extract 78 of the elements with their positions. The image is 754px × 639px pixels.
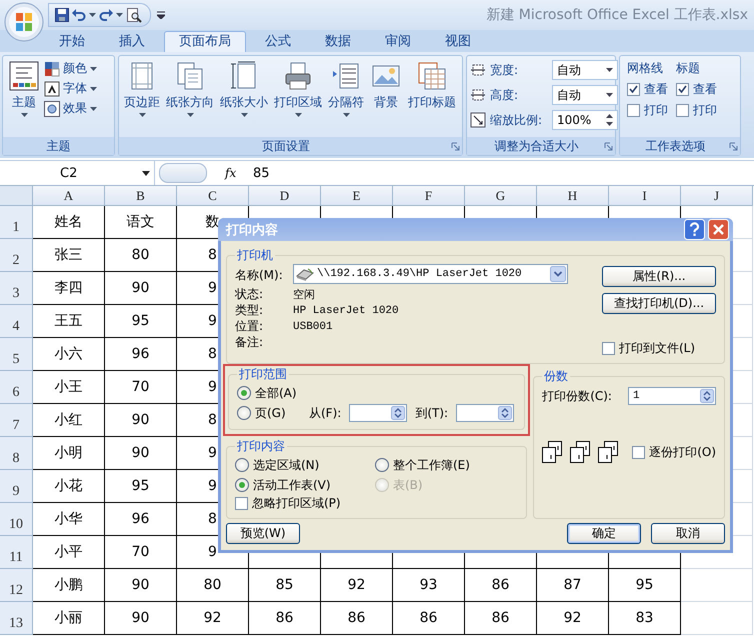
cell-text: 小红: [54, 411, 82, 429]
cell-text: 90: [132, 412, 150, 428]
scale-label: 缩放比例:: [490, 112, 544, 128]
group-label: 工作表选项: [644, 138, 706, 154]
cell-text: 王五: [54, 312, 82, 330]
cell-text: 92: [348, 577, 366, 593]
group-label: 调整为合适大小: [494, 138, 580, 154]
dialog-title: 打印内容: [226, 222, 279, 238]
field-label: 到(T):: [415, 404, 448, 422]
group-title: 份数: [543, 368, 570, 385]
group-label: 主题: [46, 138, 72, 154]
cell-text: 小平: [54, 543, 82, 561]
cell-text: 90: [132, 280, 150, 296]
cell-text: 9: [208, 544, 217, 560]
field-label: 打印份数(C):: [542, 388, 612, 404]
cell-text: 86: [348, 610, 366, 626]
cell-text: 86: [276, 610, 294, 626]
group-title: 打印内容: [236, 438, 286, 455]
cell-text: 小丽: [54, 609, 82, 627]
cell-text: 数: [206, 213, 220, 231]
group-title: 打印范围: [238, 366, 288, 383]
cell-text: 9: [208, 280, 217, 296]
cell-text: 85: [276, 577, 294, 593]
cell-text: 小花: [54, 477, 82, 495]
info-label: 备注:: [235, 334, 264, 351]
field-label: 名称(M):: [235, 266, 284, 284]
window-title: 新建 Microsoft Office Excel 工作表.xlsx: [486, 6, 749, 24]
cell-text: 95: [132, 313, 150, 329]
info-value: USB001: [293, 320, 333, 332]
option-heading: 标题: [676, 60, 701, 77]
cell-text: 83: [636, 610, 654, 626]
cell-text: 9: [208, 478, 217, 494]
info-label: 状态:: [235, 286, 264, 303]
scale-label: 高度:: [490, 86, 520, 104]
cell-text: 80: [204, 577, 222, 593]
cell-text: 8: [208, 247, 217, 263]
cell-text: 86: [420, 610, 438, 626]
cell-text: 8: [208, 511, 217, 527]
cell-text: 96: [132, 346, 150, 362]
cell-text: 86: [492, 577, 510, 593]
cell-text: 70: [132, 379, 150, 395]
cell-text: 8: [208, 346, 217, 362]
cell-text: 80: [132, 247, 150, 263]
cell-text: 姓名: [54, 213, 82, 231]
cell-text: 小王: [54, 378, 82, 396]
cell-text: 90: [132, 445, 150, 461]
info-value: HP LaserJet 1020: [293, 304, 399, 316]
cell-text: 90: [132, 610, 150, 626]
group-title: 打印机: [236, 247, 274, 264]
info-label: 位置:: [235, 318, 264, 335]
field-label: 从(F):: [309, 404, 342, 422]
cell-text: 95: [132, 478, 150, 494]
option-heading: 网格线: [627, 60, 664, 77]
cell-text: 李四: [54, 279, 82, 297]
cell-text: 95: [636, 577, 654, 593]
cell-text: 9: [208, 313, 217, 329]
cell-text: 9: [208, 445, 217, 461]
cell-text: 90: [132, 577, 150, 593]
cell-text: 70: [132, 544, 150, 560]
scale-label: 宽度:: [490, 62, 520, 78]
cell-text: 92: [204, 610, 222, 626]
cell-text: 小鹏: [54, 576, 82, 594]
cell-text: 92: [564, 610, 582, 626]
cell-text: 张三: [54, 246, 82, 264]
info-label: 类型:: [235, 302, 264, 319]
info-value: 空闲: [293, 288, 315, 302]
cell-text: 小明: [54, 444, 82, 462]
cell-text: 93: [420, 577, 438, 593]
cell-text: 86: [492, 610, 510, 626]
cell-text: 8: [208, 412, 217, 428]
group-label: 页面设置: [261, 138, 311, 154]
radio-label: 表(B): [393, 476, 423, 494]
cell-text: 87: [564, 577, 582, 593]
cell-text: 小六: [54, 345, 82, 363]
cell-text: 语文: [126, 213, 154, 231]
cell-text: 小华: [54, 510, 82, 528]
cell-text: 96: [132, 511, 150, 527]
cell-text: 9: [208, 379, 217, 395]
